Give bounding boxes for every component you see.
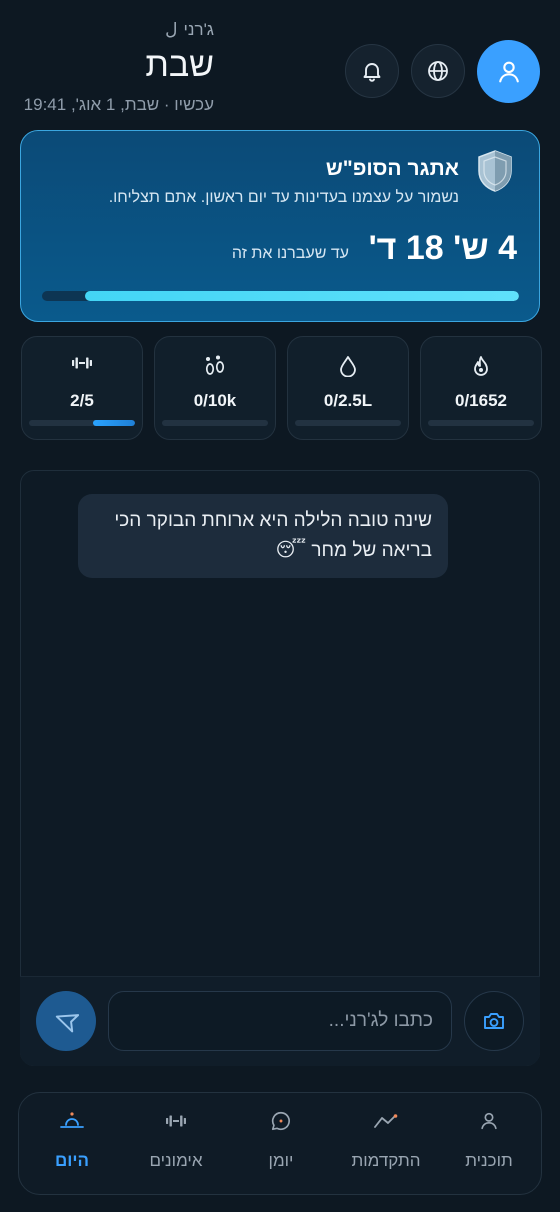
stat-card-workouts[interactable]: 2/5 <box>21 336 143 440</box>
nav-label: היום <box>55 1151 89 1170</box>
assistant-name: ג'רני <box>183 20 214 39</box>
flame-icon <box>474 356 488 376</box>
stat-value: 0/1652 <box>455 391 507 410</box>
brand-mark-icon: ل <box>165 20 178 39</box>
chat-message-bubble: שינה טובה הלילה היא ארוחת הבוקר הכי בריא… <box>78 494 448 578</box>
trend-icon <box>374 1114 398 1128</box>
stat-progress-bar <box>29 420 135 426</box>
challenge-description: נשמור על עצמנו בעדינות עד יום ראשון. אתם… <box>108 189 459 206</box>
stat-value: 2/5 <box>70 391 94 410</box>
language-button[interactable] <box>411 44 465 98</box>
send-button[interactable] <box>36 991 96 1051</box>
chat-icon <box>271 1111 290 1131</box>
bell-icon <box>363 63 381 82</box>
stat-progress-fill <box>92 420 135 426</box>
page-title: שבת <box>145 46 214 84</box>
nav-item-journal[interactable]: יומן <box>231 1107 331 1187</box>
stat-card-water[interactable]: 0/2.5L <box>287 336 409 440</box>
dumbbell-icon <box>166 1115 186 1127</box>
camera-button[interactable] <box>464 991 524 1051</box>
nav-item-progress[interactable]: התקדמות <box>336 1107 436 1187</box>
challenge-until-label: עד שעברנו את זה <box>231 245 349 262</box>
nav-label: תוכנית <box>465 1151 513 1170</box>
nav-item-today[interactable]: היום <box>22 1107 122 1187</box>
send-icon <box>55 1014 79 1033</box>
stat-progress-bar <box>428 420 534 426</box>
footsteps-icon <box>205 355 225 375</box>
chat-input[interactable] <box>108 991 452 1051</box>
profile-avatar-button[interactable] <box>477 40 540 103</box>
user-icon <box>498 61 519 82</box>
nav-label: יומן <box>268 1151 294 1170</box>
stat-progress-bar <box>162 420 268 426</box>
bottom-navigation: תוכנית התקדמות יומן אימונים היום <box>18 1092 542 1195</box>
challenge-progress-fill <box>84 291 519 301</box>
camera-icon <box>484 1013 504 1029</box>
notifications-button[interactable] <box>345 44 399 98</box>
nav-label: התקדמות <box>351 1151 421 1170</box>
water-drop-icon <box>340 356 356 377</box>
globe-icon <box>428 61 448 81</box>
user-icon <box>481 1112 497 1130</box>
stat-value: 0/2.5L <box>323 391 373 410</box>
challenge-progress-bar <box>42 291 519 301</box>
timestamp: עכשיו · שבת, 1 אוג', 19:41 <box>23 95 214 114</box>
assistant-name-row: ג'רני ل <box>165 20 214 40</box>
nav-item-workouts[interactable]: אימונים <box>126 1107 226 1187</box>
dumbbell-icon <box>72 357 92 369</box>
challenge-title: אתגר הסופ"ש <box>325 157 459 180</box>
challenge-countdown: 4 ש' 18 ד' <box>368 229 517 267</box>
shield-icon <box>478 150 512 192</box>
stat-card-steps[interactable]: 0/10k <box>154 336 276 440</box>
stat-card-calories[interactable]: 0/1652 <box>420 336 542 440</box>
nav-item-plan[interactable]: תוכנית <box>439 1107 539 1187</box>
weekend-challenge-card[interactable]: אתגר הסופ"ש נשמור על עצמנו בעדינות עד יו… <box>20 130 540 322</box>
stat-value: 0/10k <box>193 391 237 410</box>
sunrise-icon <box>60 1112 84 1128</box>
stat-progress-bar <box>295 420 401 426</box>
nav-label: אימונים <box>149 1151 203 1170</box>
